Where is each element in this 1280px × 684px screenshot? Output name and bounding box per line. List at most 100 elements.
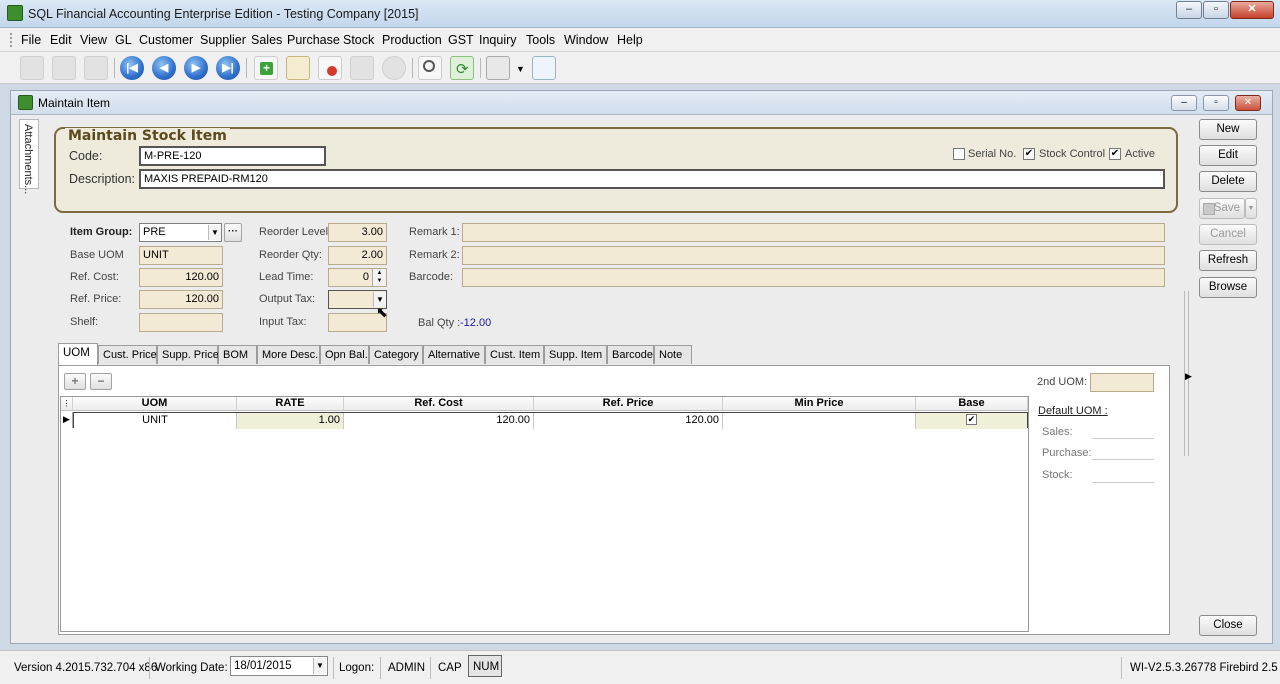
delete-icon[interactable] [318,56,342,80]
remove-row-button[interactable]: − [90,373,112,390]
lead-time-field[interactable]: 0 ▲ ▼ [328,268,387,287]
menu-file[interactable]: File [21,33,41,47]
tab-uom[interactable]: UOM [58,343,98,365]
minimize-button[interactable]: – [1176,1,1202,19]
ref-cost-field[interactable]: 120.00 [139,268,223,287]
attachments-tab[interactable]: Attachments... [19,119,39,194]
tab-cust-price[interactable]: Cust. Price [98,345,157,364]
tab-cust-item[interactable]: Cust. Item [485,345,544,364]
menu-purchase[interactable]: Purchase [287,33,340,47]
menu-production[interactable]: Production [382,33,442,47]
item-group-field[interactable]: PRE ▼ [139,223,222,242]
form-minimize-button[interactable]: – [1171,95,1197,111]
tab-barcode[interactable]: Barcode [607,345,654,364]
print-icon[interactable] [486,56,510,80]
new-button[interactable]: New [1199,119,1257,140]
col-min-price[interactable]: Min Price [723,397,916,411]
cell-ref-cost[interactable]: 120.00 [344,413,534,429]
browse-button[interactable]: Browse [1199,277,1257,298]
cell-rate[interactable]: 1.00 [237,413,344,429]
menu-tools[interactable]: Tools [526,33,555,47]
refresh-icon[interactable]: ⟳ [450,56,474,80]
add-row-button[interactable]: + [64,373,86,390]
new-icon[interactable]: + [254,56,278,80]
chevron-down-icon[interactable]: ▼ [313,658,326,674]
cut-icon[interactable] [20,56,44,80]
previous-record-icon[interactable]: ◀ [152,56,176,80]
menu-supplier[interactable]: Supplier [200,33,246,47]
base-uom-field[interactable]: UNIT [139,246,223,265]
barcode-field[interactable] [462,268,1165,287]
menu-gst[interactable]: GST [448,33,474,47]
tab-opn-bal[interactable]: Opn Bal. [320,345,369,364]
tab-note[interactable]: Note [654,345,692,364]
sales-uom-field[interactable] [1092,438,1154,439]
reorder-level-field[interactable]: 3.00 [328,223,387,242]
stock-control-checkbox[interactable]: ✔ [1023,148,1035,160]
ref-price-field[interactable]: 120.00 [139,290,223,309]
tab-supp-item[interactable]: Supp. Item [544,345,607,364]
reorder-qty-field[interactable]: 2.00 [328,246,387,265]
menu-window[interactable]: Window [564,33,608,47]
shelf-field[interactable] [139,313,223,332]
code-field[interactable]: M-PRE-120 [139,146,326,166]
col-ref-price[interactable]: Ref. Price [534,397,723,411]
second-uom-field[interactable] [1090,373,1154,392]
menu-inquiry[interactable]: Inquiry [479,33,517,47]
cell-ref-price[interactable]: 120.00 [534,413,723,429]
active-checkbox[interactable]: ✔ [1109,148,1121,160]
purchase-uom-field[interactable] [1092,459,1154,460]
working-date-field[interactable]: 18/01/2015 ▼ [230,656,328,676]
menu-gl[interactable]: GL [115,33,132,47]
remark1-field[interactable] [462,223,1165,242]
menu-edit[interactable]: Edit [50,33,72,47]
tab-alternative[interactable]: Alternative [423,345,485,364]
form-close-button[interactable]: ✕ [1235,95,1261,111]
delete-button[interactable]: Delete [1199,171,1257,192]
close-window-button[interactable]: ✕ [1230,1,1274,19]
serial-no-checkbox[interactable] [953,148,965,160]
first-record-icon[interactable]: |◀ [120,56,144,80]
save-button[interactable]: Save [1199,198,1245,219]
menu-sales[interactable]: Sales [251,33,282,47]
stock-uom-field[interactable] [1092,482,1154,483]
save-dropdown-button[interactable]: ▼ [1245,198,1257,219]
paste-icon[interactable] [84,56,108,80]
cancel-button[interactable]: Cancel [1199,224,1257,245]
item-group-lookup-button[interactable]: ··· [224,223,242,242]
form-restore-button[interactable]: ▫ [1203,95,1229,111]
maximize-button[interactable]: ▫ [1203,1,1229,19]
menu-stock[interactable]: Stock [343,33,374,47]
menu-customer[interactable]: Customer [139,33,193,47]
edit-button[interactable]: Edit [1199,145,1257,166]
tab-supp-price[interactable]: Supp. Price [157,345,219,364]
menu-help[interactable]: Help [617,33,643,47]
chevron-down-icon[interactable]: ▼ [208,225,221,240]
save-icon[interactable] [350,56,374,80]
close-button[interactable]: Close [1199,615,1257,636]
preview-icon[interactable] [532,56,556,80]
description-field[interactable]: MAXIS PREPAID-RM120 [139,169,1165,189]
base-checkbox[interactable]: ✔ [966,414,977,425]
cell-min-price[interactable] [723,413,916,429]
cell-base[interactable]: ✔ [916,413,1027,429]
find-icon[interactable] [418,56,442,80]
print-dropdown-icon[interactable]: ▼ [516,64,525,74]
table-row[interactable]: UNIT 1.00 120.00 120.00 ✔ [73,412,1028,429]
col-uom[interactable]: UOM [73,397,237,411]
chevron-right-icon[interactable]: ▶ [1185,371,1192,382]
edit-icon[interactable] [286,56,310,80]
last-record-icon[interactable]: ▶| [216,56,240,80]
tab-bom[interactable]: BOM [218,345,257,364]
tab-category[interactable]: Category [369,345,423,364]
col-ref-cost[interactable]: Ref. Cost [344,397,534,411]
tab-more-desc[interactable]: More Desc. [257,345,320,364]
refresh-button[interactable]: Refresh [1199,250,1257,271]
cancel-icon[interactable] [382,56,406,80]
copy-icon[interactable] [52,56,76,80]
remark2-field[interactable] [462,246,1165,265]
cell-uom[interactable]: UNIT [74,413,237,429]
next-record-icon[interactable]: ▶ [184,56,208,80]
menu-view[interactable]: View [80,33,107,47]
lead-time-spinner[interactable]: ▲ ▼ [372,269,386,286]
